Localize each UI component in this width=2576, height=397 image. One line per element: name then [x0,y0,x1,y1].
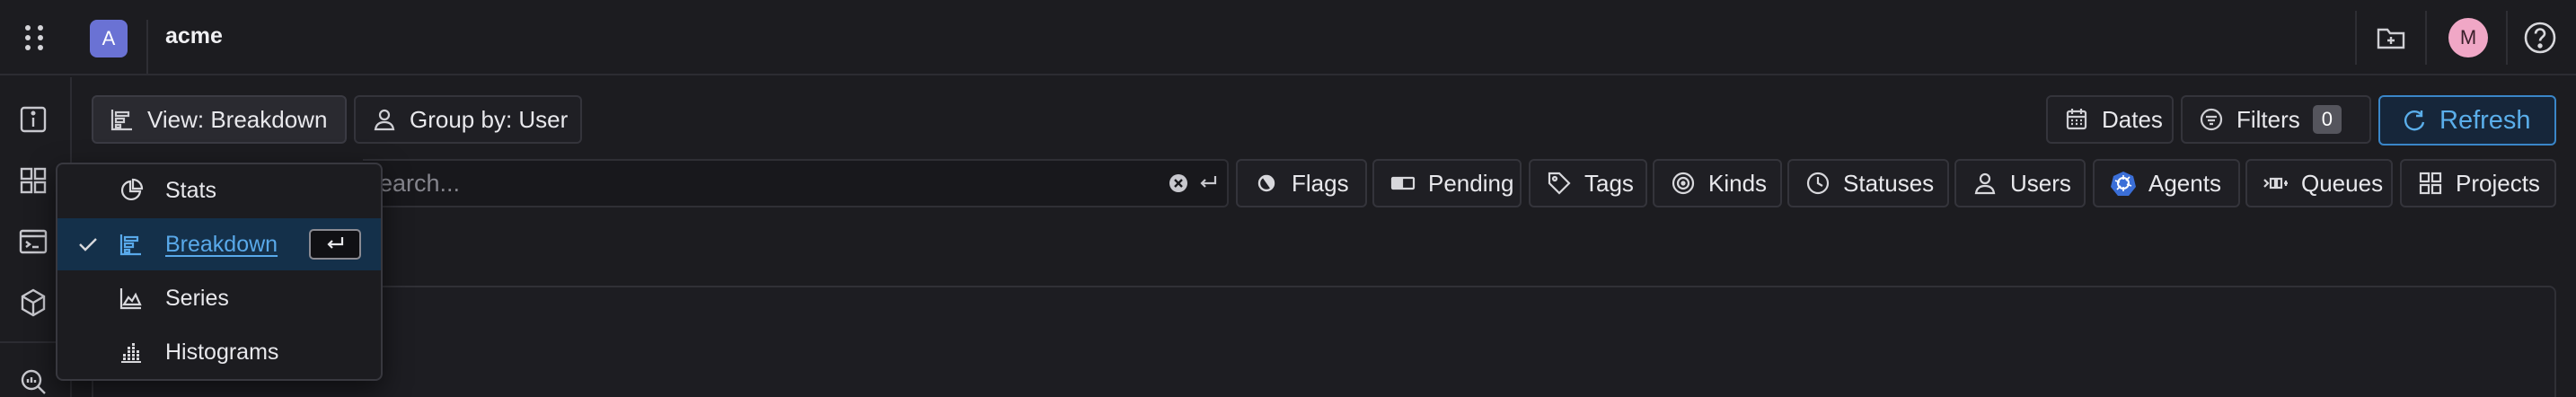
menu-item-label: Series [165,285,229,311]
filter-chip-label: Statuses [1843,169,1935,197]
view-dropdown-menu: Stats Breakdown Series Histograms [56,163,383,381]
dashboard-icon[interactable] [18,165,49,196]
search-input[interactable] [363,161,1153,206]
pie-chart-icon [119,178,144,203]
filter-chip-label: Projects [2456,169,2540,197]
cube-icon[interactable] [18,287,49,318]
filter-chip-pending[interactable]: Pending [1372,159,1522,207]
avatar[interactable]: M [2448,18,2488,57]
enter-key-hint [309,229,361,260]
group-by-label: Group by: User [410,105,569,133]
flag-half-icon [1254,171,1279,196]
filter-chip-label: Tags [1584,169,1634,197]
filters-button[interactable]: Filters 0 [2181,95,2371,144]
calendar-icon [2064,107,2089,132]
refresh-label: Refresh [2439,105,2531,135]
filter-chip-agents[interactable]: Agents [2093,159,2240,207]
refresh-icon [2402,108,2427,133]
menu-item-series[interactable]: Series [57,272,381,324]
filter-chip-label: Pending [1428,169,1514,197]
breakdown-icon [119,232,144,257]
clear-icon[interactable] [1168,172,1189,194]
refresh-button[interactable]: Refresh [2378,95,2556,146]
folder-add-icon[interactable] [2375,22,2407,54]
filter-chip-kinds[interactable]: Kinds [1653,159,1782,207]
divider [146,20,148,74]
kubernetes-icon [2111,171,2136,196]
filter-chip-label: Users [2010,169,2071,197]
filter-chip-tags[interactable]: Tags [1529,159,1647,207]
filters-label: Filters [2236,105,2300,133]
filter-chip-label: Agents [2148,169,2221,197]
divider [2506,11,2508,65]
terminal-icon[interactable] [18,226,49,257]
dates-label: Dates [2102,105,2163,133]
queue-icon [2263,171,2289,196]
grid-icon [2418,171,2443,196]
filters-count-badge: 0 [2312,105,2342,134]
filter-chip-queues[interactable]: Queues [2245,159,2393,207]
divider [2425,11,2427,65]
search-box [363,159,1229,207]
filter-chip-projects[interactable]: Projects [2400,159,2556,207]
filter-chip-flags[interactable]: Flags [1236,159,1367,207]
enter-key-icon [1196,172,1220,195]
user-icon [372,107,397,132]
menu-item-histograms[interactable]: Histograms [57,326,381,378]
view-selector-label: View: Breakdown [147,105,328,133]
check-icon [77,234,99,255]
help-icon[interactable] [2522,20,2558,56]
toggle-icon [1390,171,1416,196]
filter-chip-label: Queues [2301,169,2384,197]
filter-icon [2199,107,2224,132]
menu-item-stats[interactable]: Stats [57,164,381,216]
filter-chip-statuses[interactable]: Statuses [1787,159,1949,207]
clock-icon [1805,171,1831,196]
target-icon [1671,171,1696,196]
filter-chip-label: Flags [1292,169,1349,197]
tag-icon [1547,171,1572,196]
view-selector-button[interactable]: View: Breakdown [92,95,347,144]
group-by-button[interactable]: Group by: User [354,95,582,144]
info-icon[interactable] [18,104,49,135]
menu-item-label: Histograms [165,339,279,365]
area-chart-icon [119,286,144,311]
menu-item-label: Breakdown [165,231,278,257]
filter-chip-label: Kinds [1708,169,1768,197]
content-panel [92,286,2556,397]
breakdown-icon [110,107,135,132]
workspace-badge[interactable]: A [90,20,128,57]
filter-chip-users[interactable]: Users [1954,159,2086,207]
menu-item-breakdown[interactable]: Breakdown [57,218,381,270]
user-icon [1972,171,1998,196]
search-analytics-icon[interactable] [18,366,49,397]
apps-grid-icon[interactable] [18,22,50,54]
menu-item-label: Stats [165,177,216,203]
divider [2355,11,2357,65]
top-bar: A acme M [0,0,2576,75]
dates-button[interactable]: Dates [2046,95,2174,144]
workspace-name[interactable]: acme [165,23,223,49]
histogram-icon [119,340,144,365]
